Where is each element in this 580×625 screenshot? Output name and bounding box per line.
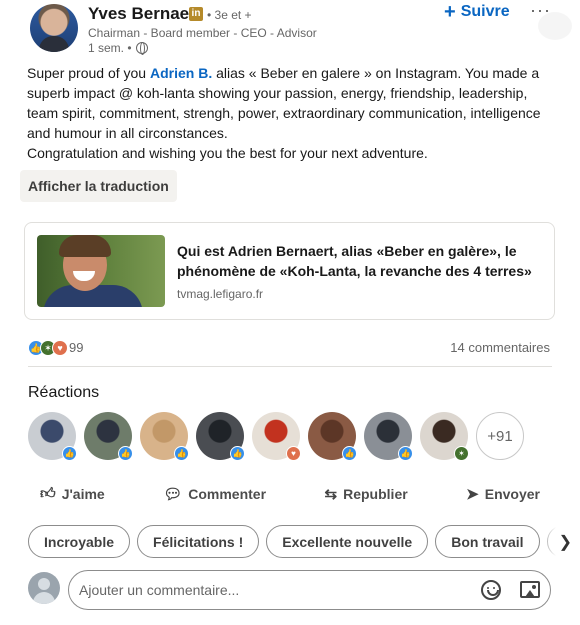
like-badge-icon: 👍 <box>230 446 245 461</box>
love-reaction-icon: ♥ <box>52 340 68 356</box>
follow-label: Suivre <box>460 3 510 20</box>
comment-box <box>68 570 551 610</box>
reactor-1-avatar[interactable]: 👍 <box>28 412 77 461</box>
reaction-icons[interactable]: 👍 ✶ ♥ <box>28 340 68 356</box>
reactors-list: 👍 👍 👍 👍 ♥ 👍 👍 ✶ +91 <box>28 412 524 461</box>
comment-label: Commenter <box>188 486 267 502</box>
like-badge-icon: 👍 <box>174 446 189 461</box>
chevron-right-icon[interactable]: ❯ <box>540 525 580 558</box>
author-name[interactable]: Yves Bernaert <box>88 4 201 24</box>
divider <box>28 366 552 367</box>
image-icon[interactable] <box>520 581 540 598</box>
post-time: 1 sem. • <box>88 41 132 55</box>
follow-button[interactable]: + Suivre <box>444 0 510 24</box>
love-badge-icon: ♥ <box>286 446 301 461</box>
comments-count[interactable]: 14 commentaires <box>450 340 550 355</box>
reactor-2-avatar[interactable]: 👍 <box>84 412 133 461</box>
repost-arrows-icon: ⇆ <box>324 486 338 503</box>
action-bar: 👍︎ J'aime 💬︎ Commenter ⇆ Republier ➤ Env… <box>40 480 540 508</box>
mention-link[interactable]: Adrien B. <box>150 65 212 81</box>
like-label: J'aime <box>61 486 105 502</box>
article-source: tvmag.lefigaro.fr <box>177 287 264 301</box>
article-title: Qui est Adrien Bernaert, alias «Beber en… <box>177 243 532 279</box>
reactions-heading: Réactions <box>28 384 100 401</box>
comment-suggestions: Incroyable Félicitations ! Excellente nouv… <box>28 525 568 559</box>
article-link-card[interactable]: Qui est Adrien Bernaert, alias «Beber en… <box>24 222 555 320</box>
speech-bubble-icon: 💬︎ <box>163 486 183 503</box>
suggestion-chip[interactable]: Incroyable <box>28 525 131 558</box>
linkedin-premium-icon: in <box>189 7 203 21</box>
send-label: Envoyer <box>484 486 540 502</box>
suggestion-chip[interactable]: Excellente nouvelle <box>266 525 429 558</box>
celebrate-badge-icon: ✶ <box>454 446 469 461</box>
suggestion-chip[interactable]: Félicitations ! <box>137 525 260 558</box>
paper-plane-icon: ➤ <box>466 486 479 503</box>
reactor-7-avatar[interactable]: 👍 <box>364 412 413 461</box>
reactor-5-avatar[interactable]: ♥ <box>252 412 301 461</box>
post-timestamp: 1 sem. • <box>88 41 148 55</box>
globe-icon <box>135 42 148 55</box>
comment-button[interactable]: 💬︎ Commenter <box>163 480 266 508</box>
translate-button[interactable]: Afficher la traduction <box>20 170 177 202</box>
current-user-avatar[interactable] <box>28 572 60 604</box>
comment-input[interactable] <box>79 571 459 609</box>
reactor-3-avatar[interactable]: 👍 <box>140 412 189 461</box>
repost-button[interactable]: ⇆ Republier <box>325 480 408 508</box>
reaction-count[interactable]: 99 <box>69 340 83 355</box>
like-badge-icon: 👍 <box>398 446 413 461</box>
post-text-line2: Congratulation and wishing you the best … <box>27 145 428 161</box>
thumbs-up-icon: 👍︎ <box>40 485 56 502</box>
reactor-8-avatar[interactable]: ✶ <box>420 412 469 461</box>
suggestion-chip[interactable]: Bon travail <box>435 525 540 558</box>
connection-degree: • 3e et + <box>207 8 252 22</box>
plus-icon: + <box>444 1 456 23</box>
send-button[interactable]: ➤ Envoyer <box>466 480 540 508</box>
watermark-shape <box>538 12 572 40</box>
like-button[interactable]: 👍︎ J'aime <box>40 480 105 508</box>
post-text: Super proud of you Adrien B. alias « Beb… <box>27 63 557 163</box>
author-avatar[interactable] <box>30 4 78 52</box>
smiley-icon[interactable] <box>481 580 501 600</box>
reactor-6-avatar[interactable]: 👍 <box>308 412 357 461</box>
author-headline: Chairman - Board member - CEO - Advisor <box>88 26 317 40</box>
like-badge-icon: 👍 <box>342 446 357 461</box>
like-badge-icon: 👍 <box>118 446 133 461</box>
article-thumbnail <box>37 235 165 307</box>
repost-label: Republier <box>343 486 408 502</box>
reactor-4-avatar[interactable]: 👍 <box>196 412 245 461</box>
more-reactors-button[interactable]: +91 <box>476 412 524 460</box>
like-badge-icon: 👍 <box>62 446 77 461</box>
post-text-start: Super proud of you <box>27 65 150 81</box>
